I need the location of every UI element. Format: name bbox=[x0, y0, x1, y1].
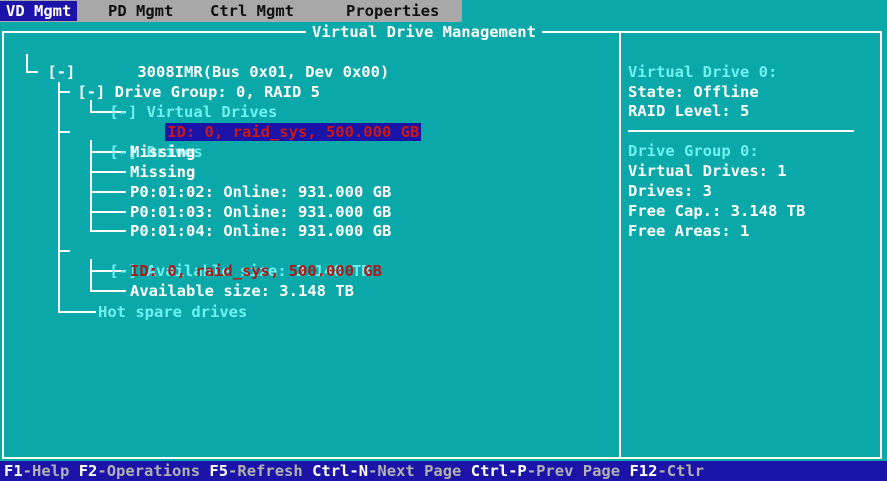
tree-connector bbox=[58, 250, 70, 252]
tree-connector bbox=[58, 311, 96, 313]
tree-connector bbox=[58, 131, 70, 133]
key-ctrl-p[interactable]: Ctrl-P bbox=[471, 462, 527, 480]
key-ctrl-p-label: Prev Page bbox=[536, 462, 621, 480]
panel-divider bbox=[619, 31, 621, 459]
tree-drive-item[interactable]: Missing bbox=[130, 162, 195, 182]
selected-virtual-drive[interactable]: ID: 0, raid_sys, 500.000 GB bbox=[165, 123, 422, 141]
tree-drive-item[interactable]: Missing bbox=[130, 142, 195, 162]
info-separator bbox=[628, 130, 854, 132]
panel-bottom-border bbox=[2, 457, 882, 459]
key-f1[interactable]: F1 bbox=[4, 462, 23, 480]
panel-right-border bbox=[880, 31, 882, 459]
panel-title: Virtual Drive Management bbox=[306, 22, 542, 42]
menu-bar: VD Mgmt PD Mgmt Ctrl Mgmt Properties bbox=[0, 0, 887, 22]
tree-available[interactable]: [-] Available size: 3.148 TB bbox=[72, 241, 370, 280]
info-dg-virtual-drives: Virtual Drives: 1 bbox=[628, 162, 787, 180]
key-f2[interactable]: F2 bbox=[79, 462, 98, 480]
tree-virtual-drives[interactable]: [-] Virtual Drives bbox=[72, 82, 277, 121]
raid-bios-screen: VD Mgmt PD Mgmt Ctrl Mgmt Properties Vir… bbox=[0, 0, 887, 481]
menu-bar-end bbox=[462, 0, 887, 22]
key-f12[interactable]: F12 bbox=[629, 462, 657, 480]
info-vd-title: Virtual Drive 0: bbox=[628, 63, 778, 81]
tab-vd-mgmt[interactable]: VD Mgmt bbox=[0, 1, 78, 21]
info-vd-raid-level: RAID Level: 5 bbox=[628, 102, 750, 120]
tree-drive-item[interactable]: P0:01:02: Online: 931.000 GB bbox=[130, 182, 391, 202]
info-dg-drives: Drives: 3 bbox=[628, 182, 712, 200]
tab-properties[interactable]: Properties bbox=[340, 1, 445, 21]
tree-vd-entry[interactable]: ID: 0, raid_sys, 500.000 GB bbox=[128, 102, 422, 141]
tree-connector bbox=[90, 211, 126, 213]
tree-drive-item[interactable]: P0:01:04: Online: 931.000 GB bbox=[130, 221, 391, 241]
tree-drives[interactable]: [-] Drives bbox=[72, 122, 202, 161]
tab-pd-mgmt[interactable]: PD Mgmt bbox=[102, 1, 179, 21]
info-dg-free-areas: Free Areas: 1 bbox=[628, 222, 750, 240]
key-ctrl-n-label: Next Page bbox=[377, 462, 462, 480]
tree-connector bbox=[90, 290, 126, 292]
tree-available-free[interactable]: Available size: 3.148 TB bbox=[130, 281, 354, 301]
tree-drive-group[interactable]: [-] Drive Group: 0, RAID 5 bbox=[40, 62, 320, 101]
status-bar: F1-Help F2-Operations F5-Refresh Ctrl-N-… bbox=[0, 461, 887, 481]
key-f1-label: Help bbox=[32, 462, 70, 480]
key-ctrl-n[interactable]: Ctrl-N bbox=[312, 462, 368, 480]
info-dg-free-cap: Free Cap.: 3.148 TB bbox=[628, 202, 806, 220]
key-f5-label: Refresh bbox=[237, 462, 303, 480]
info-vd-state: State: Offline bbox=[628, 83, 759, 101]
tree-drive-item[interactable]: P0:01:03: Online: 931.000 GB bbox=[130, 202, 391, 222]
key-f2-label: Operations bbox=[106, 462, 201, 480]
tree-hot-spare[interactable]: Hot spare drives bbox=[98, 302, 247, 322]
tree-connector bbox=[90, 171, 126, 173]
tab-ctrl-mgmt[interactable]: Ctrl Mgmt bbox=[204, 1, 300, 21]
key-f12-label: Ctlr bbox=[666, 462, 705, 480]
tree-controller[interactable]: [-] 3008IMR(Bus 0x01, Dev 0x00) bbox=[10, 42, 389, 81]
info-dg-title: Drive Group 0: bbox=[628, 142, 759, 160]
tree-available-vd[interactable]: ID: 0, raid_sys, 500.000 GB bbox=[130, 261, 382, 281]
tree-connector bbox=[90, 230, 126, 232]
key-f5[interactable]: F5 bbox=[209, 462, 228, 480]
tree-connector bbox=[90, 191, 126, 193]
panel-left-border bbox=[2, 31, 4, 459]
